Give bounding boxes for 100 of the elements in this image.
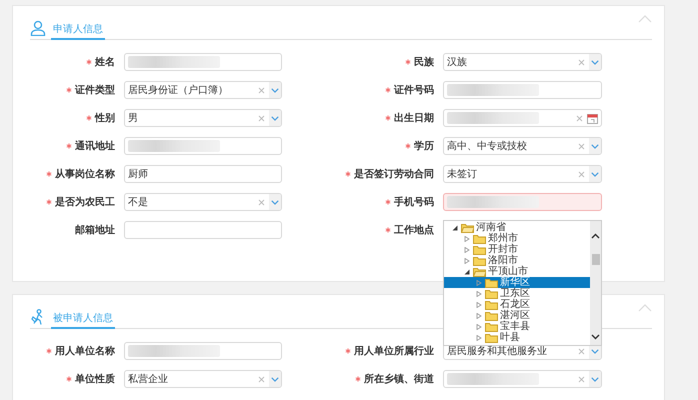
tree-item[interactable]: 新华区	[444, 277, 590, 288]
folder-icon	[485, 278, 498, 288]
input-field[interactable]: 厨师	[124, 165, 282, 183]
field-label: 用人单位名称	[55, 344, 115, 358]
chevron-down-icon	[271, 376, 279, 382]
field-value: 居民服务和其他服务业	[447, 345, 547, 358]
field-label: 所在乡镇、街道	[364, 372, 434, 386]
field-label: 证件类型	[75, 84, 115, 97]
folder-icon	[473, 256, 486, 266]
select-field[interactable]: 未签订	[443, 165, 602, 183]
person-icon	[30, 20, 46, 36]
tree-item[interactable]: 叶县	[444, 332, 590, 343]
chevron-down-icon	[271, 88, 279, 92]
expanded-icon	[452, 224, 458, 230]
clear-icon	[576, 114, 583, 122]
dropdown-button[interactable]	[589, 54, 601, 70]
folder-icon	[473, 234, 486, 244]
input-field[interactable]	[443, 193, 602, 211]
select-field[interactable]: 汉族	[443, 53, 602, 71]
chevron-down-icon	[591, 376, 599, 382]
clear-icon	[578, 170, 585, 178]
scroll-down-icon	[591, 334, 600, 340]
tree-item[interactable]: 郑州市	[444, 233, 590, 244]
clear-icon	[578, 376, 585, 382]
dropdown-button[interactable]	[589, 371, 601, 387]
field-label: 单位性质	[75, 372, 115, 386]
chevron-down-icon	[271, 116, 279, 120]
field-value: 汉族	[447, 56, 467, 69]
field-label: 是否签订劳动合同	[354, 168, 434, 181]
field-label: 邮箱地址	[75, 224, 115, 237]
field-label: 工作地点	[394, 224, 434, 237]
collapse-icon	[638, 15, 652, 23]
field-value: 厨师	[128, 168, 148, 181]
tree-item[interactable]: 河南省	[444, 222, 590, 233]
field-label: 从事岗位名称	[55, 168, 115, 181]
dropdown-button[interactable]	[269, 371, 281, 387]
field-label: 性别	[95, 112, 115, 125]
date-field[interactable]	[443, 109, 602, 127]
tree-item[interactable]: 平顶山市	[444, 266, 590, 277]
field-value: 男	[128, 112, 138, 125]
tree-item[interactable]: 卫东区	[444, 288, 590, 299]
select-field[interactable]: 男	[124, 109, 282, 127]
field-label: 手机号码	[394, 196, 434, 209]
field-value: 高中、中专或技校	[447, 140, 527, 153]
clear-icon	[258, 376, 265, 382]
folder-icon	[473, 266, 486, 276]
field-label: 是否为农民工	[55, 196, 115, 209]
tree-item[interactable]: 开封市	[444, 244, 590, 255]
chevron-down-icon	[591, 172, 599, 176]
clear-icon	[258, 86, 265, 94]
field-value: 不是	[128, 196, 148, 209]
input-field[interactable]	[124, 137, 282, 155]
folder-icon	[485, 322, 498, 332]
clear-icon	[578, 348, 585, 354]
scrollbar[interactable]	[590, 221, 601, 345]
dropdown-button[interactable]	[269, 82, 281, 98]
clear-icon	[258, 114, 265, 122]
folder-icon	[485, 300, 498, 310]
tree-item[interactable]: 宝丰县	[444, 321, 590, 332]
input-field[interactable]	[124, 342, 282, 360]
tree-item[interactable]: 洛阳市	[444, 255, 590, 266]
field-value: 居民身份证（户口簿）	[128, 84, 228, 97]
section-title: 被申请人信息	[51, 313, 115, 329]
field-label: 姓名	[95, 56, 115, 69]
folder-icon	[485, 310, 498, 320]
chevron-down-icon	[271, 200, 279, 204]
dropdown-button[interactable]	[589, 138, 601, 154]
tree-item[interactable]: 石龙区	[444, 299, 590, 310]
scroll-up-icon	[591, 233, 600, 239]
select-field[interactable]: 高中、中专或技校	[443, 137, 602, 155]
dropdown-button[interactable]	[269, 110, 281, 126]
input-field[interactable]	[124, 53, 282, 71]
expanded-icon	[464, 268, 470, 274]
select-field[interactable]: 不是	[124, 193, 282, 211]
field-label: 学历	[414, 140, 434, 153]
chevron-down-icon	[591, 348, 599, 354]
input-field[interactable]	[124, 221, 282, 239]
folder-icon	[461, 222, 474, 232]
chevron-down-icon	[591, 60, 599, 64]
field-label: 出生日期	[394, 112, 434, 125]
field-label: 用人单位所属行业	[354, 344, 434, 358]
input-field[interactable]	[443, 81, 602, 99]
clear-icon	[258, 198, 265, 206]
folder-icon	[473, 244, 486, 254]
dropdown-button[interactable]	[269, 194, 281, 210]
field-label: 通讯地址	[75, 140, 115, 153]
scrollbar-thumb[interactable]	[592, 254, 600, 265]
select-field[interactable]: 私营企业	[124, 370, 282, 388]
section-title: 申请人信息	[51, 24, 105, 40]
dropdown-button[interactable]	[589, 166, 601, 182]
field-label: 证件号码	[394, 84, 434, 97]
collapse-icon	[638, 304, 652, 312]
select-field[interactable]: 居民身份证（户口簿）	[124, 81, 282, 99]
tree-item[interactable]: 湛河区	[444, 310, 590, 321]
field-value: 未签订	[447, 168, 477, 181]
select-field[interactable]	[443, 370, 602, 388]
chevron-down-icon	[591, 144, 599, 148]
clear-icon	[578, 142, 585, 150]
clear-icon	[578, 58, 585, 66]
calendar-icon	[587, 112, 598, 124]
